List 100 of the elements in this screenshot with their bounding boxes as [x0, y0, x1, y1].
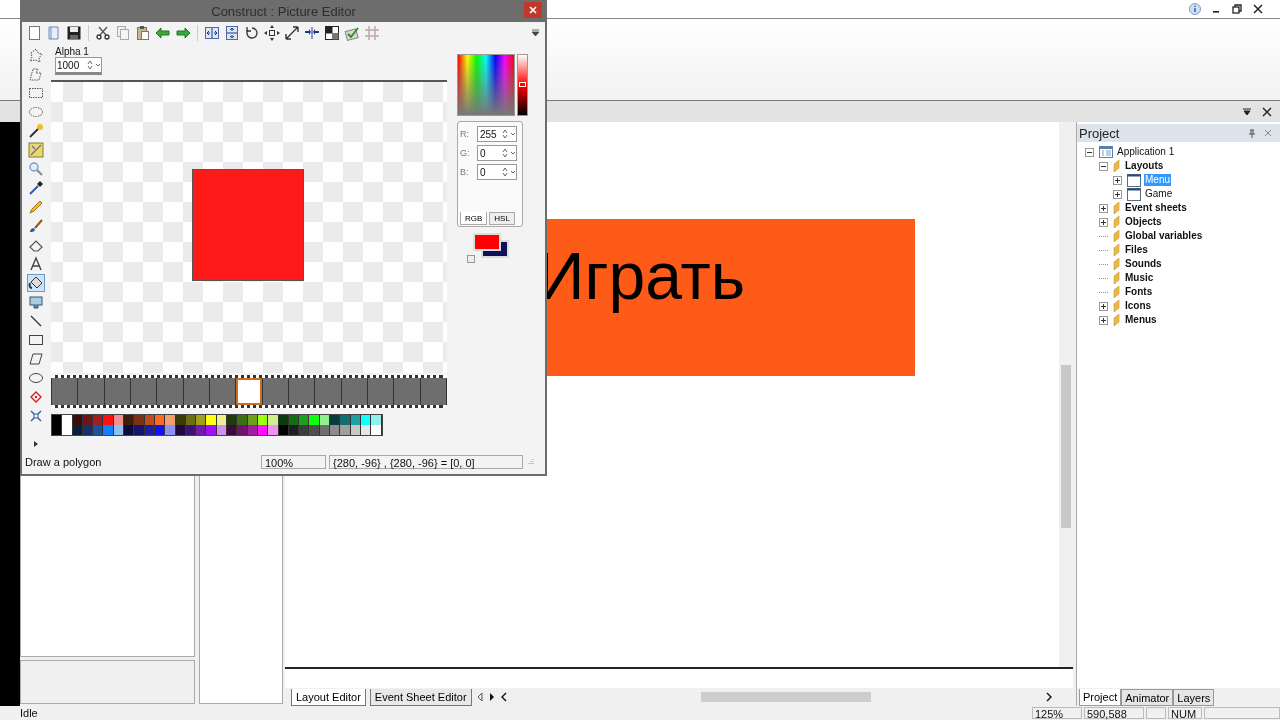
palette-swatch[interactable]: [165, 415, 176, 425]
palette-swatch[interactable]: [216, 415, 228, 425]
color-spectrum[interactable]: [457, 54, 515, 116]
animation-frame[interactable]: [210, 378, 236, 405]
palette-swatch[interactable]: [103, 425, 114, 435]
editor-tab[interactable]: Event Sheet Editor: [369, 688, 472, 706]
palette-swatch[interactable]: [299, 425, 310, 435]
palette-swatch[interactable]: [113, 415, 125, 425]
palette-swatch[interactable]: [103, 415, 114, 425]
palette-swatch[interactable]: [371, 425, 382, 435]
palette-swatch[interactable]: [196, 425, 207, 435]
palette-swatch[interactable]: [144, 425, 155, 435]
flip-horizontal-icon[interactable]: [204, 25, 220, 41]
palette-swatch[interactable]: [350, 425, 361, 435]
palette-swatch[interactable]: [154, 415, 166, 425]
tree-item[interactable]: Layouts: [1124, 160, 1165, 172]
tree-item[interactable]: Objects: [1124, 216, 1163, 228]
palette-swatch[interactable]: [165, 425, 176, 435]
foreground-color[interactable]: [473, 233, 501, 251]
half-square-icon[interactable]: [324, 25, 340, 41]
palette-swatch[interactable]: [216, 425, 228, 435]
mode-tab[interactable]: RGB: [460, 212, 488, 225]
animation-frame[interactable]: [104, 378, 130, 405]
scroll-right-icon[interactable]: [487, 692, 496, 702]
chevron-right-icon[interactable]: [1045, 692, 1053, 702]
palette-swatch[interactable]: [247, 425, 258, 435]
palette-swatch[interactable]: [62, 425, 73, 435]
lightness-slider[interactable]: [517, 54, 528, 116]
close-button[interactable]: [524, 2, 542, 18]
palette-swatch[interactable]: [93, 415, 104, 425]
expand-arrow-icon[interactable]: [33, 440, 39, 448]
palette-swatch[interactable]: [340, 425, 351, 435]
tool-button[interactable]: [27, 274, 45, 292]
flip-vertical-icon[interactable]: [224, 25, 240, 41]
animation-frame[interactable]: [183, 378, 209, 405]
palette-swatch[interactable]: [185, 425, 197, 435]
palette-swatch[interactable]: [52, 415, 63, 425]
check-icon[interactable]: [344, 25, 360, 41]
expand-toggle[interactable]: [1099, 315, 1108, 325]
animation-frame[interactable]: [236, 378, 262, 405]
tree-item[interactable]: Global variables: [1124, 230, 1204, 242]
palette-swatch[interactable]: [227, 425, 238, 435]
alpha-spinner[interactable]: 1000: [55, 57, 102, 75]
palette-swatch[interactable]: [93, 425, 104, 435]
palette-swatch[interactable]: [330, 425, 341, 435]
palette-swatch[interactable]: [82, 425, 94, 435]
chevron-left-icon[interactable]: [499, 692, 508, 702]
palette-swatch[interactable]: [144, 415, 155, 425]
resize-icon[interactable]: [284, 25, 300, 41]
expand-toggle[interactable]: [1099, 203, 1108, 213]
palette-swatch[interactable]: [247, 415, 258, 425]
tool-button[interactable]: [27, 255, 45, 273]
palette-swatch[interactable]: [175, 415, 186, 425]
animation-frame[interactable]: [368, 378, 394, 405]
animation-frame[interactable]: [52, 378, 78, 405]
palette-swatch[interactable]: [340, 415, 351, 425]
expand-toggle[interactable]: [1085, 147, 1094, 157]
tree-item[interactable]: Game: [1144, 188, 1174, 200]
close-icon[interactable]: [1262, 106, 1272, 117]
palette-swatch[interactable]: [257, 415, 269, 425]
expand-toggle[interactable]: [1099, 217, 1108, 227]
animation-frame[interactable]: [289, 378, 315, 405]
info-icon[interactable]: [1189, 3, 1201, 15]
palette-swatch[interactable]: [288, 415, 300, 425]
palette-swatch[interactable]: [124, 425, 135, 435]
animation-frame[interactable]: [420, 378, 446, 405]
palette-swatch[interactable]: [319, 425, 330, 435]
panel-tab[interactable]: Project: [1079, 689, 1122, 706]
palette-swatch[interactable]: [134, 415, 145, 425]
palette-swatch[interactable]: [299, 415, 310, 425]
close-icon[interactable]: [1252, 3, 1264, 15]
palette-swatch[interactable]: [309, 425, 320, 435]
expand-toggle[interactable]: [1099, 161, 1108, 171]
palette-swatch[interactable]: [288, 425, 300, 435]
scroll-left-icon[interactable]: [475, 692, 484, 702]
palette-swatch[interactable]: [268, 425, 279, 435]
dropdown-icon[interactable]: [1242, 106, 1252, 117]
palette-swatch[interactable]: [185, 415, 197, 425]
palette-swatch[interactable]: [227, 415, 238, 425]
tree-item[interactable]: Menus: [1124, 314, 1158, 326]
new-file-icon[interactable]: [26, 25, 42, 41]
palette-swatch[interactable]: [371, 415, 382, 425]
palette-swatch[interactable]: [72, 425, 83, 435]
rotate-icon[interactable]: [244, 25, 260, 41]
pin-icon[interactable]: [1248, 128, 1256, 138]
animation-frame[interactable]: [341, 378, 367, 405]
palette-swatch[interactable]: [360, 415, 372, 425]
palette-swatch[interactable]: [278, 425, 289, 435]
tree-item[interactable]: Application 1: [1116, 146, 1176, 158]
tool-button[interactable]: [27, 179, 45, 197]
tree-item[interactable]: Files: [1124, 244, 1149, 256]
palette-swatch[interactable]: [309, 415, 320, 425]
cut-icon[interactable]: [95, 25, 111, 41]
paste-icon[interactable]: [135, 25, 151, 41]
restore-icon[interactable]: [1231, 3, 1243, 15]
palette-swatch[interactable]: [62, 415, 73, 425]
move-icon[interactable]: [264, 25, 280, 41]
palette-swatch[interactable]: [52, 425, 63, 435]
save-icon[interactable]: [66, 25, 82, 41]
animation-frame[interactable]: [262, 378, 288, 405]
